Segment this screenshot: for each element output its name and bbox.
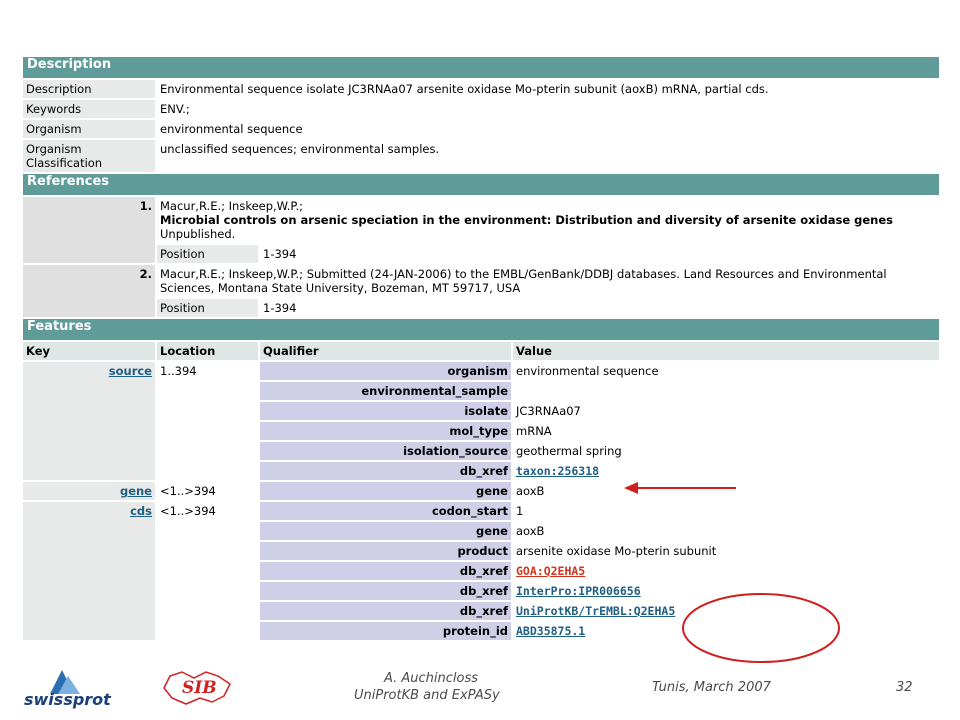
description-section-title: Description: [23, 57, 939, 78]
references-section-header: References: [23, 174, 939, 195]
page-number: 32: [896, 680, 913, 695]
qualifier-name: codon_start: [260, 502, 511, 520]
feature-key-source-link[interactable]: source: [109, 364, 152, 378]
qualifier-name: protein_id: [260, 622, 511, 640]
position-value: 1-394: [260, 245, 939, 263]
description-section-header: Description: [23, 57, 939, 78]
column-header-qualifier: Qualifier: [260, 342, 511, 360]
feature-row: gene <1..>394 gene aoxB: [23, 482, 939, 500]
qualifier-name: mol_type: [260, 422, 511, 440]
row-label: Keywords: [23, 100, 155, 118]
reference-2-position-row: Position 1-394: [23, 299, 939, 317]
keywords-row: Keywords ENV.;: [23, 100, 939, 118]
row-value: ENV.;: [157, 100, 939, 118]
organism-classification-row: Organism Classification unclassified seq…: [23, 140, 939, 172]
row-value: unclassified sequences; environmental sa…: [157, 140, 939, 172]
qualifier-value: geothermal spring: [513, 442, 939, 460]
qualifier-name: gene: [260, 482, 511, 500]
position-label: Position: [157, 299, 258, 317]
qualifier-name: gene: [260, 522, 511, 540]
row-value: environmental sequence: [157, 120, 939, 138]
position-label: Position: [157, 245, 258, 263]
features-section-header: Features: [23, 319, 939, 340]
reference-number: 2.: [23, 265, 155, 317]
qualifier-name: isolation_source: [260, 442, 511, 460]
qualifier-name: db_xref: [260, 462, 511, 480]
row-label: Organism Classification: [23, 140, 155, 172]
qualifier-value: taxon:256318: [513, 462, 939, 480]
swissprot-logo-text: swissprot: [24, 690, 111, 709]
qualifier-value: InterPro:IPR006656: [513, 582, 939, 600]
references-section-title: References: [23, 174, 939, 195]
qualifier-name: db_xref: [260, 562, 511, 580]
row-label: Description: [23, 80, 155, 98]
footer-subtitle: UniProtKB and ExPASy: [354, 688, 500, 703]
qualifier-value: UniProtKB/TrEMBL:Q2EHA5: [513, 602, 939, 620]
reference-citation: Macur,R.E.; Inskeep,W.P.; Submitted (24-…: [157, 265, 939, 297]
column-header-value: Value: [513, 342, 939, 360]
feature-row: source 1..394 organism environmental seq…: [23, 362, 939, 480]
qualifier-name: db_xref: [260, 582, 511, 600]
qualifier-value: mRNA: [513, 422, 939, 440]
qualifier-value: environmental sequence: [513, 362, 939, 380]
row-label: Organism: [23, 120, 155, 138]
feature-location: 1..394: [157, 362, 258, 480]
features-section-title: Features: [23, 319, 939, 340]
reference-1: 1. Macur,R.E.; Inskeep,W.P.; Microbial c…: [23, 197, 939, 263]
feature-key-gene-link[interactable]: gene: [120, 484, 152, 498]
feature-row: cds <1..>394 codon_start 1: [23, 502, 939, 640]
qualifier-value: ABD35875.1: [513, 622, 939, 640]
feature-key-cds-link[interactable]: cds: [130, 504, 152, 518]
qualifier-value: [513, 382, 939, 400]
feature-key-cds: cds: [23, 502, 155, 640]
protein-id-link[interactable]: ABD35875.1: [516, 624, 585, 638]
sib-logo: SIB: [160, 666, 236, 710]
column-header-location: Location: [157, 342, 258, 360]
position-value: 1-394: [260, 299, 939, 317]
description-row: Description Environmental sequence isola…: [23, 80, 939, 98]
feature-location: <1..>394: [157, 482, 258, 500]
slide-footer: swissprot SIB A. Auchincloss UniProtKB a…: [0, 660, 960, 720]
reference-number: 1.: [23, 197, 155, 263]
qualifier-value: GOA:Q2EHA5: [513, 562, 939, 580]
uniprotkb-link[interactable]: UniProtKB/TrEMBL:Q2EHA5: [516, 604, 675, 618]
reference-2: 2. Macur,R.E.; Inskeep,W.P.; Submitted (…: [23, 265, 939, 317]
feature-location: <1..>394: [157, 502, 258, 640]
feature-key-gene: gene: [23, 482, 155, 500]
qualifier-value: JC3RNAa07: [513, 402, 939, 420]
swissprot-logo: swissprot: [22, 664, 114, 716]
qualifier-name: product: [260, 542, 511, 560]
reference-title: Microbial controls on arsenic speciation…: [160, 213, 894, 227]
reference-journal: Unpublished.: [160, 227, 236, 241]
qualifier-name: isolate: [260, 402, 511, 420]
feature-key-source: source: [23, 362, 155, 480]
qualifier-name: organism: [260, 362, 511, 380]
features-column-headers: Key Location Qualifier Value: [23, 342, 939, 360]
qualifier-value: 1: [513, 502, 939, 520]
qualifier-name: environmental_sample: [260, 382, 511, 400]
reference-1-position-row: Position 1-394: [23, 245, 939, 263]
reference-citation: Macur,R.E.; Inskeep,W.P.; Microbial cont…: [157, 197, 939, 243]
qualifier-value: aoxB: [513, 522, 939, 540]
qualifier-value: aoxB: [513, 482, 939, 500]
interpro-link[interactable]: InterPro:IPR006656: [516, 584, 641, 598]
embl-entry-view: Description Description Environmental se…: [21, 55, 941, 642]
row-value: Environmental sequence isolate JC3RNAa07…: [157, 80, 939, 98]
author-name: A. Auchincloss: [384, 671, 479, 686]
place-date: Tunis, March 2007: [652, 680, 771, 695]
qualifier-value: arsenite oxidase Mo-pterin subunit: [513, 542, 939, 560]
taxon-link[interactable]: taxon:256318: [516, 464, 599, 478]
organism-row: Organism environmental sequence: [23, 120, 939, 138]
embl-entry-table: Description Description Environmental se…: [21, 55, 941, 642]
reference-authors: Macur,R.E.; Inskeep,W.P.;: [160, 199, 304, 213]
goa-link[interactable]: GOA:Q2EHA5: [516, 564, 585, 578]
column-header-key: Key: [23, 342, 155, 360]
sib-logo-text: SIB: [182, 678, 217, 698]
qualifier-name: db_xref: [260, 602, 511, 620]
